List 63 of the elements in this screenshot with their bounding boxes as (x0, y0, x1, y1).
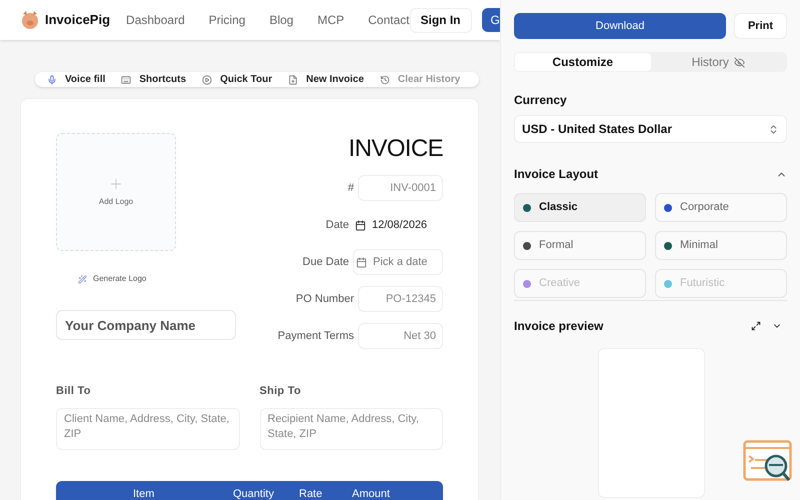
generate-logo-button[interactable]: Generate Logo (78, 273, 178, 285)
field-label: PO Number (296, 292, 354, 307)
layout-option[interactable]: Corporate (655, 193, 787, 222)
nav-link[interactable]: Pricing (208, 11, 246, 29)
sign-in-button[interactable]: Sign In (410, 8, 472, 32)
layout-option[interactable]: Formal (514, 231, 646, 260)
field-label: Payment Terms (278, 328, 354, 344)
add-logo-label: Add Logo (98, 196, 134, 208)
file-plus-icon (288, 74, 298, 84)
panel-tab[interactable]: Customize (515, 53, 650, 71)
invoice-preview-title: Invoice preview (514, 318, 604, 335)
invoice-field[interactable]: PO-12345 (358, 286, 443, 312)
expand-icon[interactable] (751, 321, 761, 331)
column-header: Quantity (233, 487, 275, 500)
company-name-field[interactable]: Your Company Name (56, 310, 236, 340)
field-label: Due Date (302, 254, 349, 270)
print-button[interactable]: Print (734, 13, 787, 39)
invoice-title: INVOICE (348, 134, 443, 164)
column-header: Amount (352, 487, 391, 500)
address-field[interactable]: Client Name, Address, City, State, ZIP (56, 408, 240, 450)
invoice-layout-toggle[interactable]: Invoice Layout (514, 165, 787, 183)
get-started-button[interactable]: G (482, 8, 500, 32)
download-button[interactable]: Download (514, 13, 726, 39)
date-picker[interactable]: 12/08/2026 (353, 212, 443, 238)
layout-option[interactable]: Minimal (655, 231, 787, 260)
toolbar-button[interactable]: Shortcuts (121, 72, 186, 87)
play-icon (202, 74, 212, 84)
address-label: Ship To (260, 384, 302, 399)
chevrons-up-down-icon (768, 124, 779, 134)
history-icon (380, 74, 390, 84)
nav-link[interactable]: Contact (368, 11, 410, 29)
currency-label: Currency (514, 92, 568, 109)
column-header: Rate (299, 487, 324, 500)
date-value: 12/08/2026 (372, 218, 428, 233)
code-search-icon[interactable] (743, 440, 793, 484)
currency-select[interactable]: USD - United States Dollar (514, 115, 787, 143)
field-label: Date (326, 218, 349, 233)
add-logo-dropzone[interactable]: Add Logo (56, 133, 176, 251)
nav-link[interactable]: MCP (317, 11, 344, 29)
layout-option[interactable]: Classic (514, 193, 646, 222)
keyboard-icon (121, 74, 132, 84)
toolbar-button[interactable]: Quick Tour (202, 72, 272, 87)
invoice-field[interactable]: INV-0001 (358, 175, 443, 201)
address-label: Bill To (56, 384, 92, 399)
eye-off-icon (734, 56, 745, 68)
toolbar-button[interactable]: Voice fill (47, 72, 106, 87)
pig-logo-icon (21, 10, 39, 30)
nav-link[interactable]: Blog (269, 11, 294, 29)
address-field[interactable]: Recipient Name, Address, City, State, ZIP (260, 408, 443, 450)
toolbar-button[interactable]: New Invoice (288, 72, 364, 87)
column-header: Item (133, 487, 156, 500)
microphone-icon (47, 74, 57, 84)
magic-wand-icon (78, 274, 87, 284)
brand-name[interactable]: InvoicePig (45, 10, 110, 30)
nav-link[interactable]: Dashboard (126, 11, 185, 29)
calendar-icon (355, 220, 366, 230)
panel-tab[interactable]: History (650, 53, 786, 71)
date-value: Pick a date (373, 254, 428, 270)
invoice-field[interactable]: Net 30 (358, 323, 443, 349)
plus-icon (108, 176, 124, 192)
date-picker[interactable]: Pick a date (353, 249, 443, 275)
field-label: # (348, 180, 354, 196)
calendar-icon (356, 256, 367, 268)
